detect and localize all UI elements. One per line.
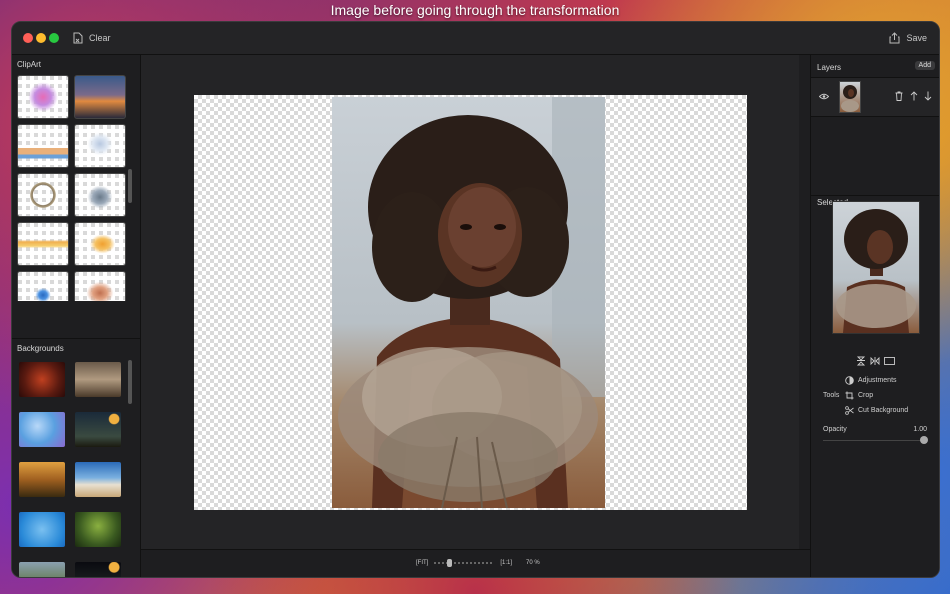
background-item[interactable] [19,512,65,547]
canvas-document[interactable] [194,95,747,510]
clipart-item[interactable] [17,271,69,301]
share-icon [889,32,900,44]
background-item[interactable] [75,362,121,397]
clipart-item[interactable] [17,124,69,168]
background-item[interactable] [75,412,121,447]
zoom-window-button[interactable] [49,33,59,43]
background-item[interactable] [75,512,121,547]
flip-vertical-icon[interactable] [856,356,866,366]
save-label: Save [906,33,927,43]
zoom-actual-size-button[interactable]: [1:1] [500,560,512,566]
selected-preview [832,201,920,334]
app-window: Clear Save ClipArt Backgrounds [FIT] [1:… [11,21,940,578]
scissors-icon [845,406,854,415]
adjustments-button[interactable]: Adjustments [845,376,897,385]
save-button[interactable]: Save [889,28,927,48]
clear-icon [73,32,83,44]
clipart-item[interactable] [74,271,126,301]
portrait-image [338,97,605,508]
background-item[interactable] [75,462,121,497]
crop-icon [845,391,854,400]
clipart-item[interactable] [17,173,69,217]
move-down-icon[interactable] [924,91,932,101]
opacity-label: Opacity [823,426,847,433]
right-panel: Layers Add Adjustments Tools Crop Cut Ba… [810,55,939,577]
eye-icon[interactable] [819,93,829,100]
zoom-slider[interactable] [434,559,495,567]
zoom-slider-thumb[interactable] [447,559,453,567]
clipart-item[interactable] [74,124,126,168]
layer-thumbnail [839,81,861,113]
flip-horizontal-icon[interactable] [870,356,880,366]
backgrounds-grid [12,358,140,577]
zoom-value: 70 % [526,560,540,566]
close-window-button[interactable] [23,33,33,43]
clipart-item[interactable] [74,222,126,266]
background-item[interactable] [75,562,121,577]
trash-icon[interactable] [895,91,903,101]
opacity-slider-thumb[interactable] [920,436,928,444]
clipart-scrollbar[interactable] [128,169,132,203]
background-item[interactable] [19,412,65,447]
zoom-fit-button[interactable]: [FIT] [416,560,428,566]
selected-separator [811,195,939,196]
screenshot-caption: Image before going through the transform… [330,2,620,18]
title-bar: Clear Save [12,22,939,55]
adjustments-icon [845,376,854,385]
crop-button[interactable]: Crop [845,391,873,400]
frame-icon[interactable] [884,357,895,365]
photo-layer[interactable] [332,97,605,508]
adjustments-label: Adjustments [858,377,897,384]
opacity-slider[interactable] [823,440,923,441]
cut-background-label: Cut Background [858,407,909,414]
opacity-value: 1.00 [913,426,927,433]
move-up-icon[interactable] [910,91,918,101]
crop-label: Crop [858,392,874,399]
layers-title: Layers [817,63,842,72]
background-item[interactable] [19,462,65,497]
minimize-window-button[interactable] [36,33,46,43]
clear-button[interactable]: Clear [68,28,117,48]
clipart-item[interactable] [17,75,69,119]
cut-background-button[interactable]: Cut Background [845,406,908,415]
backgrounds-scrollbar[interactable] [128,360,132,404]
add-layer-button[interactable]: Add [914,61,935,70]
tools-label: Tools [823,392,840,399]
backgrounds-header: Backgrounds [12,338,140,358]
clear-label: Clear [89,33,111,43]
layer-item[interactable] [811,77,939,117]
left-panel: ClipArt Backgrounds [12,55,141,577]
clipart-item[interactable] [74,173,126,217]
background-item[interactable] [19,562,65,577]
clipart-item[interactable] [17,222,69,266]
clipart-grid [12,71,140,301]
clipart-item[interactable] [74,75,126,119]
background-item[interactable] [19,362,65,397]
backgrounds-title: Backgrounds [17,344,64,353]
canvas-area [141,55,799,549]
